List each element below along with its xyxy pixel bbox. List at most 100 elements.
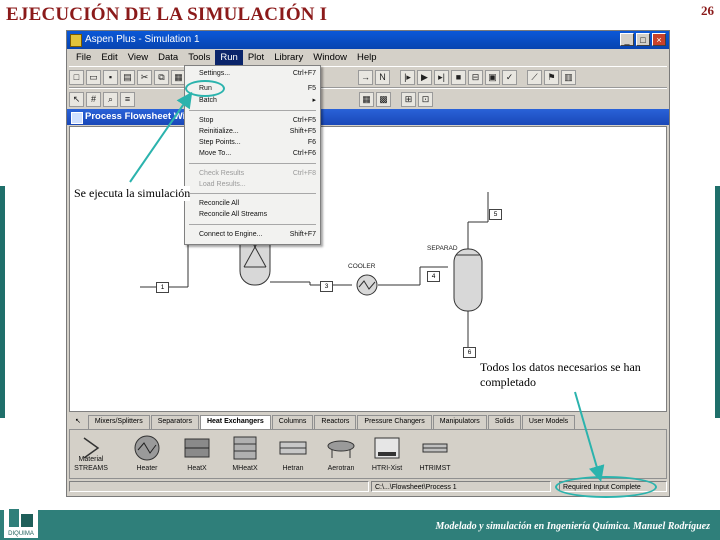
run-menu-check-results[interactable]: Check Results Ctrl+F8 — [199, 169, 316, 178]
select-mode-icon[interactable]: ↖ — [69, 415, 87, 429]
cooler-label: COOLER — [348, 263, 376, 270]
footer-text: Modelado y simulación en Ingeniería Quím… — [435, 521, 710, 532]
open-folder-icon[interactable]: ▭ — [86, 69, 101, 85]
zoom-icon[interactable]: ⌕ — [103, 91, 118, 107]
tab-columns[interactable]: Columns — [271, 415, 314, 429]
cut-icon[interactable]: ✂ — [137, 69, 152, 85]
hetran-icon — [279, 441, 307, 455]
grid-icon[interactable]: # — [86, 91, 101, 107]
stream-label-5[interactable]: 5 — [489, 209, 502, 220]
arrow-icon[interactable]: → — [358, 69, 373, 85]
status-highlight-circle — [555, 476, 657, 498]
menu-data[interactable]: Data — [153, 50, 183, 65]
palette-htri-xist[interactable]: HTRI-Xist — [368, 432, 406, 476]
palette-aerotran[interactable]: Aerotran — [322, 432, 360, 476]
menu-separator — [189, 193, 316, 194]
status-path: C:\...\Flowsheet\Process 1 — [371, 481, 551, 492]
tab-mixers-splitters[interactable]: Mixers/Splitters — [87, 415, 150, 429]
flowsheet-window-title: Process Flowsheet Window — [67, 109, 669, 125]
stream-label-4[interactable]: 4 — [427, 271, 440, 282]
stream-label-6[interactable]: 6 — [463, 347, 476, 358]
flag-icon[interactable]: ⚑ — [544, 69, 559, 85]
svg-text:DIQUIMA: DIQUIMA — [8, 531, 34, 537]
run-menu-stop[interactable]: Stop Ctrl+F5 — [199, 116, 316, 125]
palette-heater[interactable]: Heater — [128, 432, 166, 476]
menu-window[interactable]: Window — [308, 50, 352, 65]
palette-hetran[interactable]: Hetran — [274, 432, 312, 476]
run-callout-text: Se ejecuta la simulación — [74, 186, 191, 201]
model-palette: Material STREAMS Heater HeatX MHeatX Het… — [69, 429, 667, 479]
menu-view[interactable]: View — [123, 50, 153, 65]
flowsheet-sections-icon[interactable]: ⊞ — [401, 91, 416, 107]
tab-user-models[interactable]: User Models — [521, 415, 576, 429]
align-icon[interactable]: ≡ — [120, 91, 135, 107]
run-menu-reconcile-all[interactable]: Reconcile All — [199, 199, 316, 208]
close-button[interactable]: × — [652, 33, 666, 46]
check-icon[interactable]: ✓ — [502, 69, 517, 85]
tab-separators[interactable]: Separators — [150, 415, 199, 429]
stream-table-icon[interactable]: ▦ — [359, 91, 374, 107]
palette-heatx[interactable]: HeatX — [178, 432, 216, 476]
palette-mheatx[interactable]: MHeatX — [226, 432, 264, 476]
results-icon[interactable]: ▥ — [561, 69, 576, 85]
standard-toolbar: □ ▭ ▪ ▤ ✂ ⧉ ▦ → N |▸ ▶ ▸| ■ ⊟ ▣ ✓ ⟋ ⚑ ▥ — [69, 66, 667, 88]
hierarchy-icon[interactable]: ⊡ — [418, 91, 433, 107]
secondary-toolbar: ↖ # ⌕ ≡ ▦ ▩ ⊞ ⊡ — [69, 88, 667, 110]
menu-file[interactable]: File — [71, 50, 96, 65]
palette-streams[interactable]: Material STREAMS — [72, 432, 110, 476]
aerotran-icon — [327, 440, 355, 458]
mheatx-icon — [233, 436, 257, 460]
menu-library[interactable]: Library — [269, 50, 308, 65]
menu-separator — [189, 110, 316, 111]
stream-label-3[interactable]: 3 — [320, 281, 333, 292]
tab-reactors[interactable]: Reactors — [314, 415, 357, 429]
plot-icon[interactable]: ⟋ — [527, 69, 542, 85]
menu-help[interactable]: Help — [352, 50, 382, 65]
run-menu-move-to[interactable]: Move To... Ctrl+F6 — [199, 149, 316, 158]
run-menu-batch[interactable]: Batch ▸ — [199, 96, 316, 105]
run-menu-reconcile-streams[interactable]: Reconcile All Streams — [199, 210, 316, 219]
run-menu-reinitialize[interactable]: Reinitialize... Shift+F5 — [199, 127, 316, 136]
tab-solids[interactable]: Solids — [487, 415, 521, 429]
control-panel-icon[interactable]: ▣ — [485, 69, 500, 85]
menu-plot[interactable]: Plot — [243, 50, 269, 65]
reset-icon[interactable]: ⊟ — [468, 69, 483, 85]
window-titlebar: Aspen Plus - Simulation 1 _ □ × — [67, 31, 669, 49]
tab-pressure-changers[interactable]: Pressure Changers — [357, 415, 432, 429]
step-icon[interactable]: |▸ — [400, 69, 415, 85]
maximize-button[interactable]: □ — [636, 33, 650, 46]
menu-separator — [189, 163, 316, 164]
htrimst-icon — [422, 443, 448, 453]
left-accent-bar — [0, 186, 5, 418]
menu-edit[interactable]: Edit — [96, 50, 122, 65]
tab-heat-exchangers[interactable]: Heat Exchangers — [199, 415, 271, 429]
separator-block[interactable] — [453, 248, 483, 312]
menu-tools[interactable]: Tools — [183, 50, 215, 65]
new-file-icon[interactable]: □ — [69, 69, 84, 85]
run-menu-connect-engine[interactable]: Connect to Engine... Shift+F7 — [199, 230, 316, 239]
run-play-icon[interactable]: ▶ — [417, 69, 432, 85]
menu-bar: File Edit View Data Tools Run Plot Libra… — [67, 50, 669, 65]
step-forward-icon[interactable]: ▸| — [434, 69, 449, 85]
tab-manipulators[interactable]: Manipulators — [432, 415, 487, 429]
print-icon[interactable]: ▤ — [120, 69, 135, 85]
next-icon[interactable]: N — [375, 69, 390, 85]
minimize-button[interactable]: _ — [620, 33, 634, 46]
pointer-icon[interactable]: ↖ — [69, 91, 84, 107]
global-data-icon[interactable]: ▩ — [376, 91, 391, 107]
menu-run[interactable]: Run — [215, 50, 243, 65]
page-number: 26 — [701, 3, 714, 18]
run-menu-settings[interactable]: Settings... Ctrl+F7 — [199, 69, 316, 78]
status-left — [69, 481, 369, 492]
copy-icon[interactable]: ⧉ — [154, 69, 169, 85]
run-menu-step-points[interactable]: Step Points... F6 — [199, 138, 316, 147]
heater-icon — [134, 435, 160, 461]
heatx-icon — [184, 438, 210, 458]
stream-label-1[interactable]: 1 — [156, 282, 169, 293]
palette-htrimst[interactable]: HTRIMST — [416, 432, 454, 476]
run-menu-load-results[interactable]: Load Results... — [199, 180, 316, 189]
window-title: Aspen Plus - Simulation 1 — [85, 34, 200, 45]
save-icon[interactable]: ▪ — [103, 69, 118, 85]
menu-separator — [189, 224, 316, 225]
stop-icon[interactable]: ■ — [451, 69, 466, 85]
